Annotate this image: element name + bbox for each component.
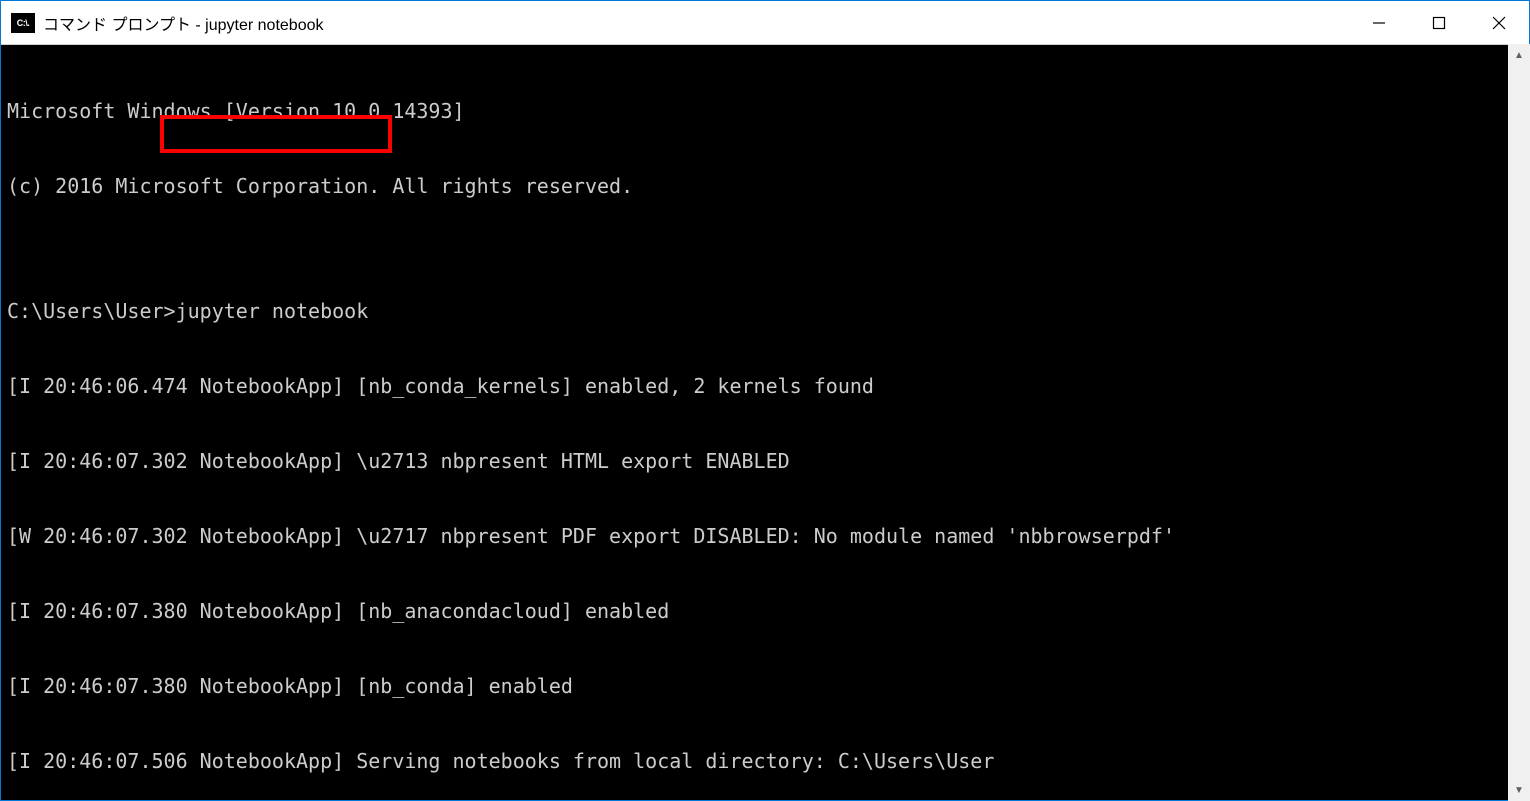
close-button[interactable] bbox=[1469, 1, 1529, 44]
prompt-command: jupyter notebook bbox=[176, 299, 369, 323]
terminal-line: [I 20:46:07.506 NotebookApp] Serving not… bbox=[7, 749, 1523, 774]
scroll-track[interactable] bbox=[1508, 66, 1530, 779]
window-titlebar: C:\. コマンド プロンプト - jupyter notebook bbox=[1, 1, 1529, 45]
terminal-line: [I 20:46:07.380 NotebookApp] [nb_conda] … bbox=[7, 674, 1523, 699]
vertical-scrollbar[interactable]: ▲ ▼ bbox=[1508, 44, 1530, 801]
terminal-prompt-line: C:\Users\User>jupyter notebook bbox=[7, 299, 1523, 324]
minimize-button[interactable] bbox=[1349, 1, 1409, 44]
prompt-prefix: C:\Users\User> bbox=[7, 299, 176, 323]
window-controls bbox=[1349, 1, 1529, 44]
terminal-line: (c) 2016 Microsoft Corporation. All righ… bbox=[7, 174, 1523, 199]
terminal-line: Microsoft Windows [Version 10.0.14393] bbox=[7, 99, 1523, 124]
cmd-icon: C:\. bbox=[11, 13, 35, 33]
terminal-line: [W 20:46:07.302 NotebookApp] \u2717 nbpr… bbox=[7, 524, 1523, 549]
scroll-up-arrow-icon[interactable]: ▲ bbox=[1508, 44, 1530, 66]
window-title: コマンド プロンプト - jupyter notebook bbox=[43, 11, 1349, 35]
terminal-line: [I 20:46:07.380 NotebookApp] [nb_anacond… bbox=[7, 599, 1523, 624]
maximize-button[interactable] bbox=[1409, 1, 1469, 44]
terminal-line: [I 20:46:06.474 NotebookApp] [nb_conda_k… bbox=[7, 374, 1523, 399]
terminal-area[interactable]: Microsoft Windows [Version 10.0.14393] (… bbox=[1, 45, 1529, 800]
terminal-line: [I 20:46:07.302 NotebookApp] \u2713 nbpr… bbox=[7, 449, 1523, 474]
scroll-down-arrow-icon[interactable]: ▼ bbox=[1508, 779, 1530, 801]
